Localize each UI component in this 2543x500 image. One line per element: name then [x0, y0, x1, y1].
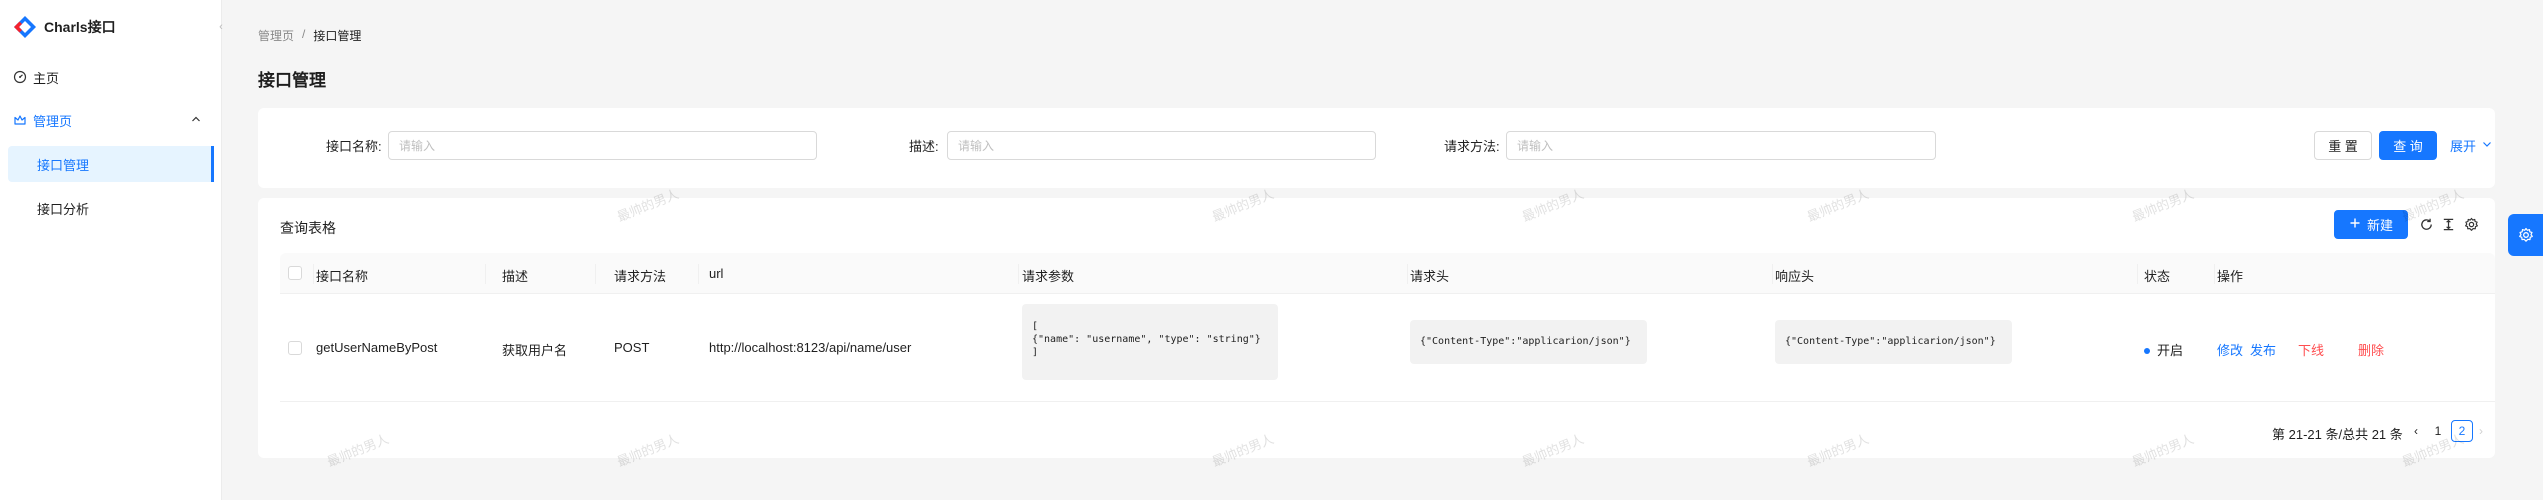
pagination-prev-icon[interactable]: ‹ [2414, 424, 2418, 438]
sidebar-item-label: 主页 [33, 70, 60, 86]
column-header-request-header[interactable]: 请求头 [1410, 266, 1449, 285]
description-field-label: 描述: [909, 139, 939, 154]
cell-name: getUserNameByPost [316, 340, 438, 355]
pagination-next-icon[interactable]: › [2479, 424, 2483, 438]
breadcrumb: 管理页 / 接口管理 [258, 27, 361, 44]
collapse-sidebar-icon[interactable]: ‹ [214, 18, 228, 36]
setting-drawer-button[interactable] [2508, 214, 2543, 256]
column-header-method[interactable]: 请求方法 [614, 266, 666, 285]
row-checkbox[interactable] [288, 341, 302, 355]
delete-link[interactable]: 删除 [2358, 340, 2384, 359]
name-search-input[interactable] [388, 131, 817, 160]
cell-method: POST [614, 340, 650, 355]
cell-request-params: [ {"name": "username", "type": "string"}… [1022, 304, 1278, 380]
cell-request-header: {"Content-Type":"applicarion/json"} [1410, 320, 1647, 364]
method-search-input[interactable] [1506, 131, 1936, 160]
status-text: 开启 [2157, 343, 2184, 358]
dashboard-icon [13, 70, 27, 84]
new-button-label: 新建 [2366, 218, 2393, 233]
column-header-actions: 操作 [2217, 269, 2244, 284]
plus-icon [2349, 217, 2361, 232]
page-title: 接口管理 [258, 71, 326, 90]
pagination-page-2[interactable]: 2 [2451, 420, 2473, 442]
logo-icon [14, 16, 36, 38]
sidebar-item-admin[interactable]: 管理页 [0, 100, 222, 140]
cell-status: 开启 [2144, 340, 2183, 359]
chevron-up-icon [190, 113, 202, 125]
select-all-checkbox[interactable] [288, 266, 302, 280]
chevron-down-icon [2481, 138, 2493, 153]
setting-icon [2518, 227, 2533, 242]
expand-label: 展开 [2450, 139, 2477, 154]
sidebar: Charls接口 ‹ 主页 管理页 接口管理 接口分析 [0, 0, 223, 500]
breadcrumb-current: 接口管理 [313, 29, 362, 43]
offline-link[interactable]: 下线 [2298, 340, 2324, 359]
table-row: getUserNameByPost 获取用户名 POST http://loca… [280, 294, 2495, 402]
crown-icon [13, 113, 27, 127]
column-header-url[interactable]: url [709, 266, 723, 281]
edit-link[interactable]: 修改 [2217, 340, 2243, 359]
column-header-request-params[interactable]: 请求参数 [1022, 266, 1074, 285]
reset-button[interactable]: 重 置 [2314, 131, 2372, 160]
status-dot [2144, 347, 2150, 354]
column-header-status[interactable]: 状态 [2144, 266, 2170, 285]
sidebar-item-api-analysis[interactable]: 接口分析 [8, 190, 214, 226]
pagination-total: 第 21-21 条/总共 21 条 [2272, 427, 2403, 442]
table-header: 接口名称 描述 请求方法 url 请求参数 请求头 响应头 状态 操作 [280, 253, 2495, 294]
sidebar-item-api-management[interactable]: 接口管理 [8, 146, 214, 182]
search-form: 接口名称: 描述: 请求方法: 重 置 查 询 展开 [258, 108, 2495, 188]
column-header-name[interactable]: 接口名称 [316, 266, 368, 285]
sidebar-item-label: 管理页 [33, 113, 73, 129]
cell-response-header: {"Content-Type":"applicarion/json"} [1775, 320, 2012, 364]
pagination-page-1[interactable]: 1 [2427, 420, 2449, 442]
cell-description: 获取用户名 [502, 343, 568, 358]
description-search-input[interactable] [947, 131, 1376, 160]
table-card: 查询表格 新建 接口名称 描述 请求方法 url 请求参数 请求头 响应头 状态… [258, 198, 2495, 458]
query-button[interactable]: 查 询 [2379, 131, 2437, 160]
column-header-response-header[interactable]: 响应头 [1775, 266, 1814, 285]
sidebar-item-home[interactable]: 主页 [0, 57, 222, 97]
column-header-description[interactable]: 描述 [502, 266, 528, 285]
breadcrumb-parent[interactable]: 管理页 [258, 27, 294, 44]
expand-toggle[interactable]: 展开 [2450, 136, 2493, 155]
table-title: 查询表格 [280, 220, 336, 236]
breadcrumb-separator: / [302, 27, 306, 41]
new-button[interactable]: 新建 [2334, 210, 2408, 239]
app-logo[interactable]: Charls接口 [12, 14, 116, 40]
publish-link[interactable]: 发布 [2250, 340, 2276, 359]
method-field-label: 请求方法: [1444, 139, 1500, 154]
setting-icon[interactable] [2463, 216, 2479, 232]
column-height-icon[interactable] [2440, 216, 2456, 232]
name-field-label: 接口名称: [326, 139, 382, 154]
app-title: Charls接口 [44, 19, 116, 35]
reload-icon[interactable] [2418, 216, 2434, 232]
cell-url: http://localhost:8123/api/name/user [709, 340, 912, 355]
